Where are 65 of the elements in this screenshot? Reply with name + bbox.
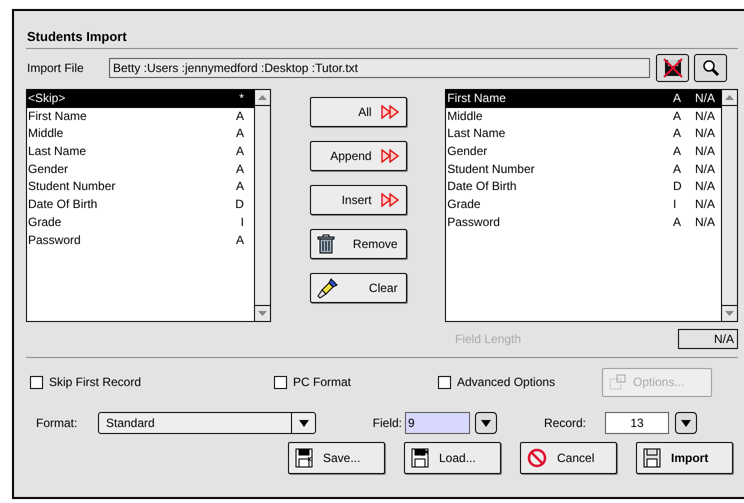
- scroll-up-arrow-icon: [258, 95, 267, 100]
- list-item[interactable]: Date Of Birth D: [27, 196, 254, 214]
- checkbox[interactable]: [438, 376, 451, 388]
- double-arrow-icon: [380, 149, 400, 163]
- list-item[interactable]: Middle A: [27, 125, 254, 144]
- list-item[interactable]: <Skip> *: [27, 90, 254, 108]
- field-input[interactable]: 9: [405, 412, 470, 434]
- scrollbar[interactable]: [721, 90, 737, 321]
- checkbox-label: Advanced Options: [457, 374, 556, 391]
- move-button[interactable]: Clear: [310, 273, 407, 303]
- field-length-value: N/A: [678, 329, 738, 349]
- move-button[interactable]: Append: [310, 141, 407, 171]
- action-button[interactable]: Load...: [404, 442, 501, 474]
- no-entry-icon: [527, 448, 547, 468]
- trash-icon: [316, 234, 335, 254]
- scroll-up-arrow-icon: [725, 95, 734, 100]
- list-item[interactable]: First Name A N/A: [446, 90, 721, 108]
- scrollbar[interactable]: [254, 90, 270, 321]
- search-button[interactable]: [694, 54, 727, 82]
- field-length-label: Field Length: [455, 331, 522, 348]
- action-button[interactable]: Save...: [288, 442, 385, 474]
- record-label: Record:: [544, 415, 588, 432]
- action-button[interactable]: Cancel: [520, 442, 617, 474]
- double-arrow-icon: [380, 193, 400, 207]
- list-item[interactable]: Grade I N/A: [446, 196, 721, 214]
- double-arrow-icon: [380, 105, 400, 119]
- list-item[interactable]: First Name A: [27, 108, 254, 126]
- search-icon: [702, 59, 720, 77]
- format-label: Format:: [36, 415, 78, 432]
- down-arrow-icon: [681, 420, 691, 426]
- import-file-field[interactable]: Betty :Users :jennymedford :Desktop :Tutor.txt: [109, 58, 650, 78]
- record-stepper-button[interactable]: [675, 412, 697, 434]
- checkbox[interactable]: [274, 376, 287, 388]
- list-item[interactable]: Grade I: [27, 214, 254, 232]
- scroll-down-arrow-icon: [258, 311, 267, 316]
- down-arrow-icon: [481, 420, 491, 426]
- list-item[interactable]: Student Number A: [27, 178, 254, 196]
- record-input[interactable]: 13: [605, 412, 669, 434]
- options-icon: [609, 374, 627, 390]
- clear-file-button[interactable]: [656, 54, 689, 82]
- list-item[interactable]: Password A: [27, 232, 254, 250]
- list-item[interactable]: Middle A N/A: [446, 108, 721, 126]
- move-button[interactable]: All: [310, 97, 407, 127]
- move-button[interactable]: Remove: [310, 229, 407, 259]
- window-title: Students Import: [26, 28, 128, 46]
- import-file-label: Import File: [26, 60, 85, 77]
- down-arrow-icon: [298, 420, 308, 426]
- field-label: Field:: [372, 415, 403, 432]
- format-dropdown[interactable]: Standard: [98, 412, 316, 434]
- checkbox[interactable]: [30, 376, 43, 388]
- list-item[interactable]: Last Name A N/A: [446, 125, 721, 144]
- list-item[interactable]: Student Number A N/A: [446, 160, 721, 178]
- action-button[interactable]: Import: [636, 442, 733, 474]
- checkbox-label: PC Format: [293, 374, 352, 391]
- list-item[interactable]: Gender A N/A: [446, 143, 721, 161]
- list-item[interactable]: Gender A: [27, 160, 254, 178]
- field-stepper-button[interactable]: [475, 412, 497, 434]
- scroll-down-arrow-icon: [725, 311, 734, 316]
- crossed-file-icon: [662, 58, 682, 78]
- brush-icon: [316, 277, 339, 299]
- list-item[interactable]: Date Of Birth D N/A: [446, 178, 721, 196]
- move-button[interactable]: Insert: [310, 185, 407, 215]
- list-item[interactable]: Password A N/A: [446, 214, 721, 232]
- list-item[interactable]: Last Name A: [27, 143, 254, 161]
- checkbox-label: Skip First Record: [49, 374, 142, 391]
